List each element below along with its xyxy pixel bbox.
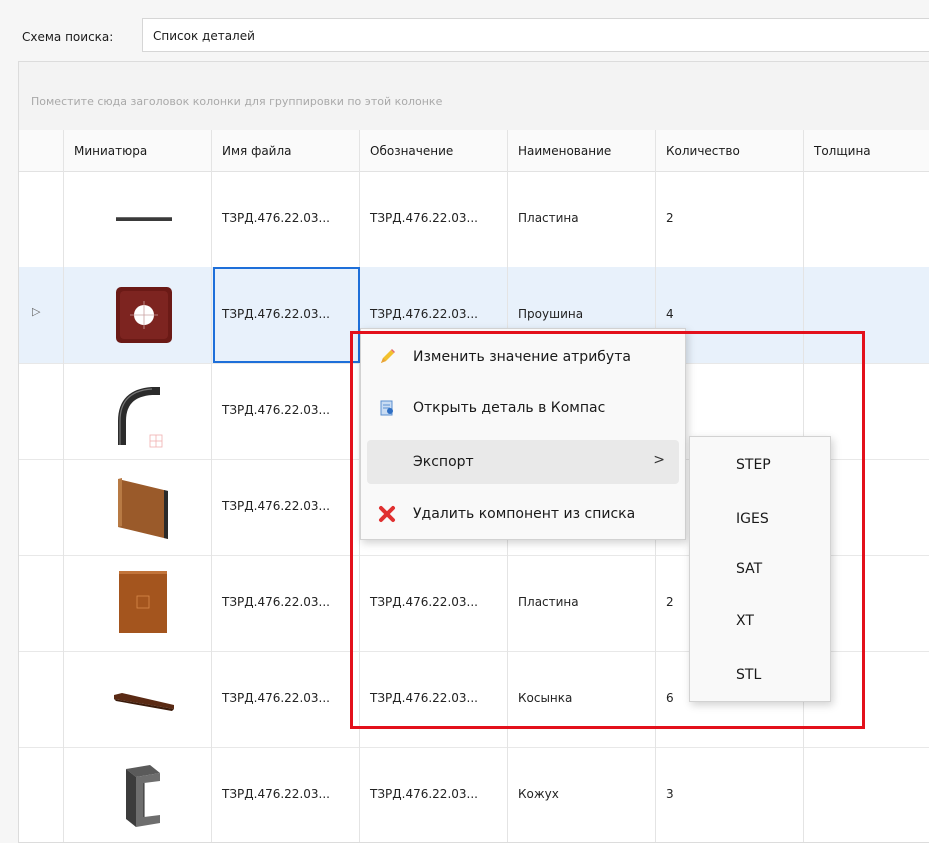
angled-plate-thumbnail-icon xyxy=(118,478,168,539)
export-iges[interactable]: IGES xyxy=(694,499,826,539)
filename-cell: ТЗРД.476.22.03... xyxy=(212,747,360,842)
row-indicator xyxy=(19,747,64,842)
export-step[interactable]: STEP xyxy=(694,445,826,485)
group-panel-hint: Поместите сюда заголовок колонки для гру… xyxy=(31,95,443,108)
column-header-name[interactable]: Наименование xyxy=(508,130,656,171)
export-submenu: STEP IGES SAT XT STL xyxy=(689,436,831,702)
submenu-item-label: XT xyxy=(736,613,754,629)
row-indicator xyxy=(19,171,64,267)
menu-item-label: Открыть деталь в Компас xyxy=(413,400,606,416)
row-indicator xyxy=(19,555,64,651)
red-x-icon xyxy=(379,506,395,522)
name-cell: Пластина xyxy=(508,171,656,267)
casing-thumbnail-icon xyxy=(126,765,160,827)
menu-item-export[interactable]: Экспорт > xyxy=(367,440,679,484)
focused-cell-outline xyxy=(213,267,360,363)
column-header-filename[interactable]: Имя файла xyxy=(212,130,360,171)
menu-item-edit-attribute[interactable]: Изменить значение атрибута xyxy=(367,335,679,379)
bent-pipe-thumbnail-icon xyxy=(118,387,163,448)
thumbnail-cell xyxy=(64,459,212,555)
filename-cell: ТЗРД.476.22.03... xyxy=(212,171,360,267)
column-header-designation[interactable]: Обозначение xyxy=(360,130,508,171)
grid-header: Миниатюра Имя файла Обозначение Наименов… xyxy=(19,130,929,172)
row-indicator: ▷ xyxy=(19,267,64,363)
quantity-cell: 2 xyxy=(656,171,804,267)
row-indicator xyxy=(19,651,64,747)
gusset-thumbnail-icon xyxy=(114,693,174,711)
designation-cell: ТЗРД.476.22.03... xyxy=(360,555,508,651)
designation-cell: ТЗРД.476.22.03... xyxy=(360,747,508,842)
filename-cell: ТЗРД.476.22.03... xyxy=(212,651,360,747)
open-document-icon xyxy=(380,400,393,416)
thumbnail-cell xyxy=(64,363,212,459)
thickness-cell xyxy=(804,171,929,267)
column-header-thickness[interactable]: Толщина xyxy=(804,130,929,171)
pencil-icon xyxy=(381,349,395,363)
chevron-right-icon: > xyxy=(653,452,665,468)
column-header-quantity[interactable]: Количество xyxy=(656,130,804,171)
row-current-arrow-icon: ▷ xyxy=(32,305,41,318)
search-scheme-select[interactable]: Список деталей xyxy=(142,18,929,52)
filename-cell: ТЗРД.476.22.03... xyxy=(212,555,360,651)
name-cell: Кожух xyxy=(508,747,656,842)
menu-item-open-in-kompas[interactable]: Открыть деталь в Компас xyxy=(367,386,679,430)
menu-item-label: Удалить компонент из списка xyxy=(413,506,636,522)
thumbnail-cell xyxy=(64,555,212,651)
table-row[interactable]: ТЗРД.476.22.03... ТЗРД.476.22.03... Кожу… xyxy=(19,747,929,842)
name-cell: Косынка xyxy=(508,651,656,747)
submenu-item-label: STL xyxy=(736,667,762,683)
thumbnail-cell xyxy=(64,171,212,267)
row-indicator xyxy=(19,459,64,555)
designation-cell: ТЗРД.476.22.03... xyxy=(360,651,508,747)
filename-cell: ТЗРД.476.22.03... xyxy=(212,459,360,555)
menu-item-label: Экспорт xyxy=(413,454,474,470)
export-sat[interactable]: SAT xyxy=(694,549,826,589)
submenu-item-label: SAT xyxy=(736,561,763,577)
lug-thumbnail-icon xyxy=(116,287,172,343)
menu-item-remove-component[interactable]: Удалить компонент из списка xyxy=(367,492,679,536)
export-xt[interactable]: XT xyxy=(694,601,826,641)
thickness-cell xyxy=(804,267,929,363)
export-stl[interactable]: STL xyxy=(694,655,826,695)
group-panel[interactable]: Поместите сюда заголовок колонки для гру… xyxy=(19,62,929,131)
thumbnail-cell xyxy=(64,747,212,842)
thumbnail-cell xyxy=(64,651,212,747)
thumbnail-cell xyxy=(64,267,212,363)
menu-item-label: Изменить значение атрибута xyxy=(413,349,631,365)
name-cell: Пластина xyxy=(508,555,656,651)
column-header-thumbnail[interactable]: Миниатюра xyxy=(64,130,212,171)
context-menu: Изменить значение атрибута Открыть детал… xyxy=(360,328,686,540)
row-indicator xyxy=(19,363,64,459)
header-indicator xyxy=(19,130,64,171)
table-row[interactable]: ТЗРД.476.22.03... ТЗРД.476.22.03... Плас… xyxy=(19,171,929,268)
plate-thumbnail-icon xyxy=(119,571,167,633)
filename-cell: ТЗРД.476.22.03... xyxy=(212,363,360,459)
bar-thumbnail-icon xyxy=(116,217,172,221)
submenu-item-label: IGES xyxy=(736,511,769,527)
thickness-cell xyxy=(804,747,929,842)
submenu-item-label: STEP xyxy=(736,457,771,473)
search-scheme-label: Схема поиска: xyxy=(22,30,114,44)
quantity-cell: 3 xyxy=(656,747,804,842)
designation-cell: ТЗРД.476.22.03... xyxy=(360,171,508,267)
